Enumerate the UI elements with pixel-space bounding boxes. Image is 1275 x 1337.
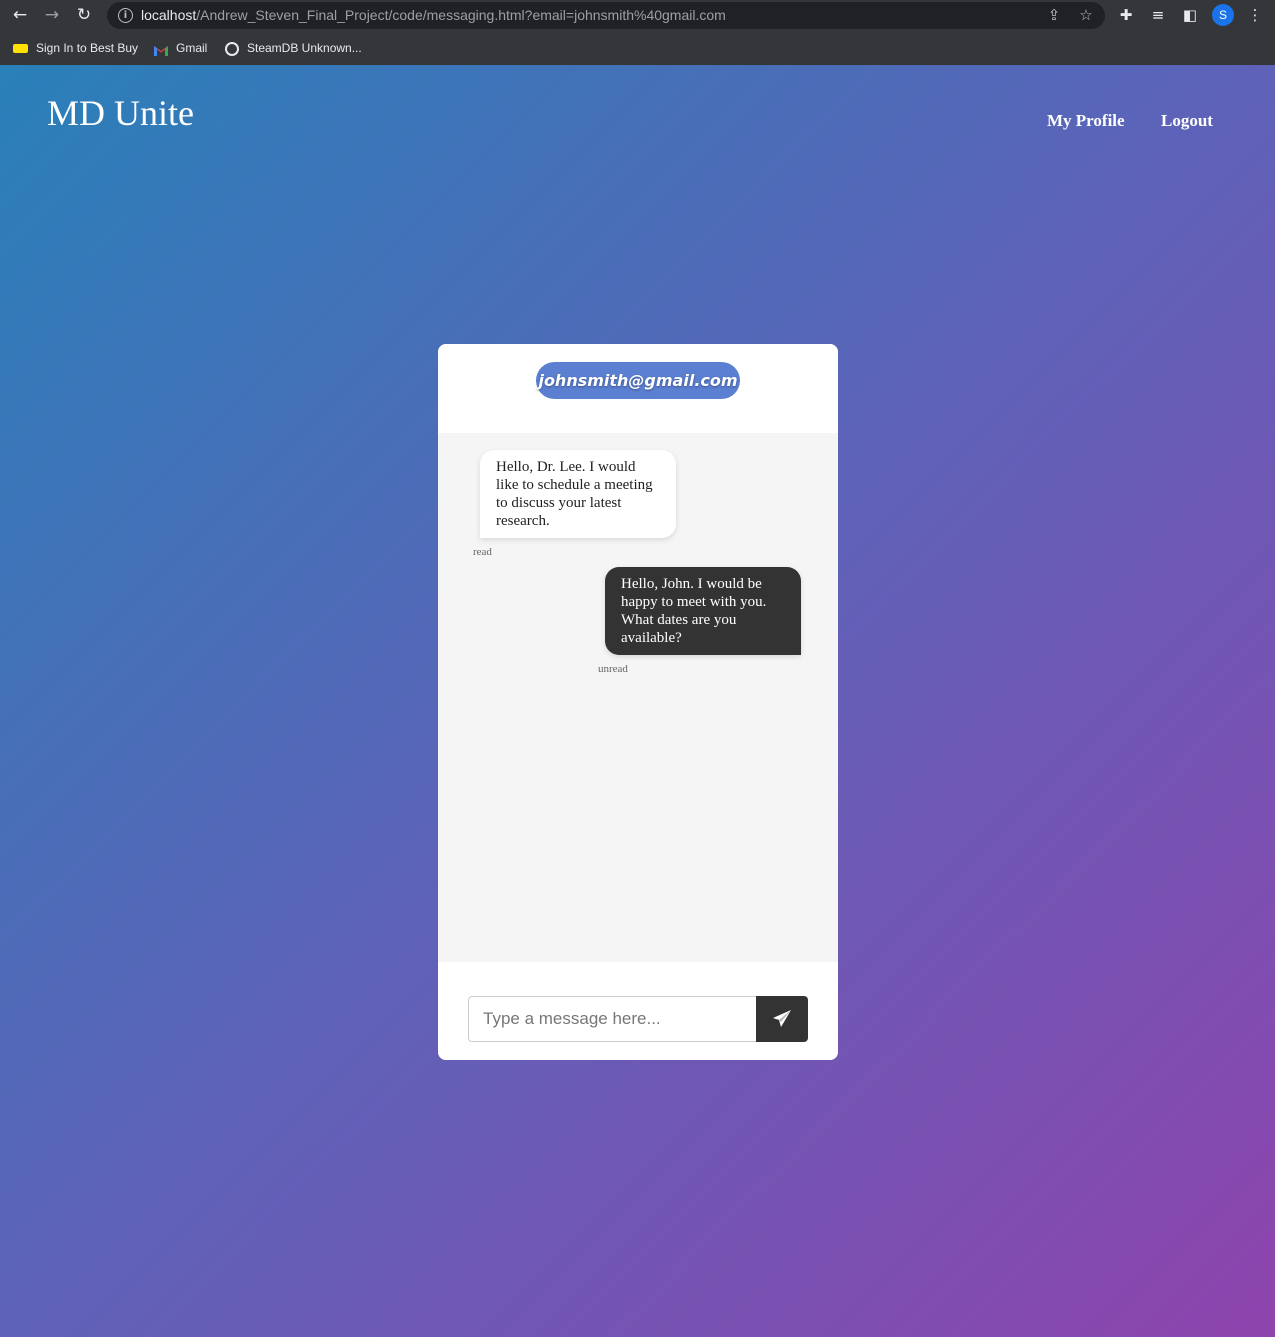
- bookmark-label: Gmail: [176, 41, 208, 55]
- site-info-icon[interactable]: i: [118, 8, 133, 23]
- message-status: unread: [598, 663, 628, 675]
- browser-chrome: ← → ↻ i localhost/Andrew_Steven_Final_Pr…: [0, 0, 1275, 66]
- tag-icon: [13, 44, 28, 54]
- message-input[interactable]: [468, 996, 756, 1042]
- paper-plane-icon: [773, 1010, 791, 1027]
- bookmark-best-buy[interactable]: Sign In to Best Buy: [13, 39, 138, 57]
- url-path: /Andrew_Steven_Final_Project/code/messag…: [196, 7, 726, 23]
- gmail-icon: [154, 43, 168, 57]
- forward-arrow-icon[interactable]: →: [40, 3, 64, 27]
- incoming-message-bubble: Hello, Dr. Lee. I would like to schedule…: [480, 450, 676, 538]
- bookmarks-bar: Sign In to Best Buy Gmail SteamDB Unknow…: [0, 31, 1275, 66]
- steamdb-icon: [225, 41, 239, 56]
- outgoing-message-bubble: Hello, John. I would be happy to meet wi…: [605, 567, 801, 655]
- chat-window: johnsmith@gmail.com Hello, Dr. Lee. I wo…: [438, 344, 838, 1060]
- browser-menu-icon[interactable]: ⋮: [1244, 4, 1266, 26]
- share-icon[interactable]: ⇪: [1044, 5, 1064, 25]
- extensions-puzzle-icon[interactable]: ✚: [1115, 4, 1137, 26]
- address-bar[interactable]: i localhost/Andrew_Steven_Final_Project/…: [107, 2, 1105, 29]
- url-text[interactable]: localhost/Andrew_Steven_Final_Project/co…: [141, 7, 726, 23]
- side-panel-icon[interactable]: ◧: [1179, 4, 1201, 26]
- message-list[interactable]: Hello, Dr. Lee. I would like to schedule…: [438, 433, 838, 962]
- chat-header: johnsmith@gmail.com: [438, 344, 838, 433]
- bookmark-steamdb[interactable]: SteamDB Unknown...: [225, 39, 362, 57]
- reading-list-icon[interactable]: ≡: [1147, 4, 1169, 26]
- message-status: read: [473, 546, 492, 558]
- bookmark-label: SteamDB Unknown...: [247, 41, 362, 55]
- bookmark-star-icon[interactable]: ☆: [1076, 5, 1096, 25]
- browser-toolbar: ← → ↻ i localhost/Andrew_Steven_Final_Pr…: [0, 0, 1275, 31]
- message-composer: [438, 962, 838, 1060]
- bookmark-gmail[interactable]: Gmail: [154, 39, 207, 57]
- back-arrow-icon[interactable]: ←: [8, 3, 32, 27]
- nav-logout[interactable]: Logout: [1161, 111, 1213, 131]
- site-logo[interactable]: MD Unite: [47, 92, 194, 134]
- nav-my-profile[interactable]: My Profile: [1047, 111, 1125, 131]
- bookmark-label: Sign In to Best Buy: [36, 41, 139, 55]
- recipient-email-badge: johnsmith@gmail.com: [536, 362, 740, 399]
- profile-avatar[interactable]: S: [1212, 4, 1234, 26]
- reload-icon[interactable]: ↻: [72, 3, 96, 27]
- page-background: MD Unite My Profile Logout johnsmith@gma…: [0, 65, 1275, 1337]
- send-button[interactable]: [756, 996, 808, 1042]
- url-host: localhost: [141, 7, 197, 23]
